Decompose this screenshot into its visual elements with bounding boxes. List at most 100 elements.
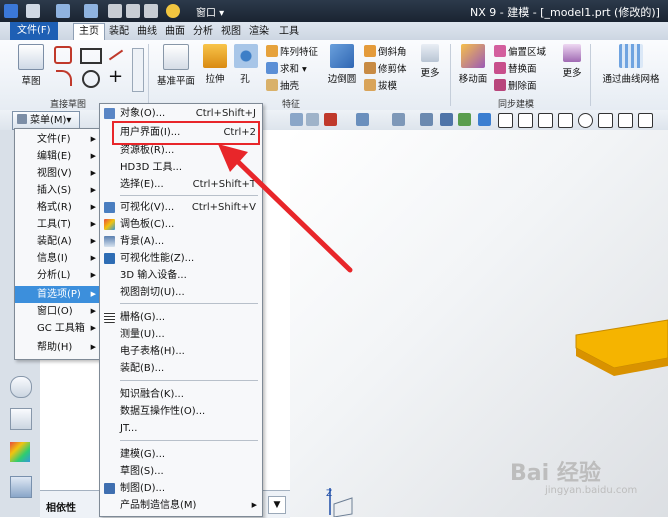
- edge-blend-button[interactable]: 边倒圆: [326, 44, 358, 85]
- midpoint-icon[interactable]: [518, 113, 533, 128]
- pattern-icon: [266, 45, 278, 57]
- axis-triad-label: Z: [326, 489, 332, 499]
- menu-item-help[interactable]: 帮助(H) ▶: [15, 339, 101, 356]
- more-sync-button[interactable]: 更多: [560, 44, 584, 79]
- pref-jt[interactable]: JT...: [100, 420, 262, 437]
- redo-icon[interactable]: [84, 4, 98, 18]
- tab-home[interactable]: 主页: [73, 23, 105, 41]
- pref-modeling[interactable]: 建模(G)...: [100, 446, 262, 463]
- group-label-sync: 同步建模: [498, 100, 535, 110]
- pref-assembly[interactable]: 装配(B)...: [100, 360, 262, 377]
- datum-plane-button[interactable]: 基准平面: [156, 44, 196, 87]
- trim-body-button[interactable]: 修剪体: [364, 62, 407, 76]
- menu-item-file[interactable]: 文件(F) ▶: [15, 131, 101, 148]
- line-icon[interactable]: [108, 49, 124, 61]
- pref-view-section[interactable]: 视图剖切(U)...: [100, 284, 262, 301]
- more-feature-button[interactable]: 更多: [416, 44, 444, 79]
- pref-knowledge-fusion[interactable]: 知识融合(K)...: [100, 386, 262, 403]
- sketch-button[interactable]: 草图: [16, 44, 46, 87]
- tab-tools[interactable]: 工具: [274, 24, 304, 39]
- delete-face-button[interactable]: 删除面: [494, 79, 537, 93]
- arc-snap-icon[interactable]: [538, 113, 553, 128]
- tab-analysis[interactable]: 分析: [188, 24, 218, 39]
- menu-item-edit[interactable]: 编辑(E) ▶: [15, 148, 101, 165]
- tab-file[interactable]: 文件(F): [10, 22, 58, 40]
- menu-item-format[interactable]: 格式(R) ▶: [15, 199, 101, 216]
- undo-icon[interactable]: [56, 4, 70, 18]
- pref-data-interoperability[interactable]: 数据互操作性(O)...: [100, 403, 262, 420]
- snap-grid-icon[interactable]: [478, 113, 491, 126]
- quadrant-icon[interactable]: [598, 113, 613, 128]
- pattern-feature-button[interactable]: 阵列特征: [266, 45, 318, 59]
- replace-face-button[interactable]: 替换面: [494, 62, 537, 76]
- menu-item-view[interactable]: 视图(V) ▶: [15, 165, 101, 182]
- shell-button[interactable]: 抽壳: [266, 79, 299, 93]
- orient-icon[interactable]: [458, 113, 471, 126]
- visualization-icon: [104, 202, 115, 213]
- copy-icon[interactable]: [126, 4, 140, 18]
- through-curve-mesh-button[interactable]: 通过曲线网格: [598, 44, 664, 85]
- intersect-icon[interactable]: [558, 113, 573, 128]
- menu-item-preferences[interactable]: 首选项(P) ▶: [15, 286, 101, 303]
- pref-object[interactable]: 对象(O)... Ctrl+Shift+J: [100, 105, 262, 122]
- expand-chevron-icon[interactable]: ▼: [268, 496, 286, 514]
- pref-spreadsheet[interactable]: 电子表格(H)...: [100, 343, 262, 360]
- point-plus-icon[interactable]: +: [108, 66, 123, 87]
- menu-item-tools[interactable]: 工具(T) ▶: [15, 216, 101, 233]
- menu-separator: [120, 440, 258, 441]
- draft-button[interactable]: 拔模: [364, 79, 397, 93]
- window-title: NX 9 - 建模 - [_model1.prt (修改的)]: [470, 6, 660, 19]
- menu-item-assembly[interactable]: 装配(A) ▶: [15, 233, 101, 250]
- cut-icon[interactable]: [108, 4, 122, 18]
- star-icon[interactable]: [166, 4, 180, 18]
- tab-render[interactable]: 渲染: [244, 24, 274, 39]
- palette-icon[interactable]: [10, 442, 30, 462]
- pref-measure[interactable]: 测量(U)...: [100, 326, 262, 343]
- tab-curve[interactable]: 曲线: [132, 24, 162, 39]
- save-icon[interactable]: [26, 4, 40, 18]
- arc-icon[interactable]: [56, 70, 72, 86]
- roles-icon[interactable]: [10, 476, 32, 498]
- menu-item-gc-toolbox[interactable]: GC 工具箱 ▶: [15, 320, 101, 337]
- center-icon[interactable]: [578, 113, 593, 128]
- select-icon[interactable]: [356, 113, 369, 126]
- menu-item-insert[interactable]: 插入(S) ▶: [15, 182, 101, 199]
- hole-button[interactable]: 孔: [234, 44, 258, 85]
- cube-icon[interactable]: [440, 113, 453, 126]
- menu-item-information[interactable]: 信息(I) ▶: [15, 250, 101, 267]
- tangent-icon[interactable]: [638, 113, 653, 128]
- extrude-button[interactable]: 拉伸: [200, 44, 230, 85]
- menu-item-analysis[interactable]: 分析(L) ▶: [15, 267, 101, 284]
- group-separator: [450, 44, 451, 106]
- unite-button[interactable]: 求和 ▾: [266, 62, 307, 76]
- profile-icon[interactable]: [54, 46, 72, 64]
- box-select-icon[interactable]: [392, 113, 405, 126]
- ribbon-tabs: 文件(F) 主页 装配 曲线 曲面 分析 视图 渲染 工具: [0, 22, 668, 41]
- filter-icon[interactable]: [306, 113, 319, 126]
- dependency-label: 相依性: [46, 503, 76, 514]
- view-icon[interactable]: [420, 113, 433, 126]
- tab-view[interactable]: 视图: [216, 24, 246, 39]
- offset-region-button[interactable]: 偏置区域: [494, 45, 546, 59]
- tab-assembly[interactable]: 装配: [104, 24, 134, 39]
- gallery-scroll[interactable]: [132, 48, 144, 92]
- menu-item-window[interactable]: 窗口(O) ▶: [15, 303, 101, 320]
- rectangle-icon[interactable]: [80, 48, 102, 64]
- point-icon[interactable]: [324, 113, 337, 126]
- circle-icon[interactable]: [82, 70, 100, 88]
- pref-drafting[interactable]: 制图(D)...: [100, 480, 262, 497]
- pref-grid[interactable]: 栅格(G)...: [100, 309, 262, 326]
- pref-sketch[interactable]: 草图(S)...: [100, 463, 262, 480]
- tab-surface[interactable]: 曲面: [160, 24, 190, 39]
- pref-pmi[interactable]: 产品制造信息(M) ▶: [100, 497, 262, 514]
- line-snap-icon[interactable]: [498, 113, 513, 128]
- paste-icon[interactable]: [144, 4, 158, 18]
- move-face-button[interactable]: 移动面: [456, 44, 490, 85]
- window-menu[interactable]: 窗口 ▾: [196, 4, 224, 19]
- document-icon[interactable]: [10, 408, 32, 430]
- history-icon[interactable]: [10, 376, 32, 398]
- chamfer-button[interactable]: 倒斜角: [364, 45, 407, 59]
- trim-body-icon: [364, 62, 376, 74]
- snap-icon[interactable]: [290, 113, 303, 126]
- plus-icon[interactable]: [618, 113, 633, 128]
